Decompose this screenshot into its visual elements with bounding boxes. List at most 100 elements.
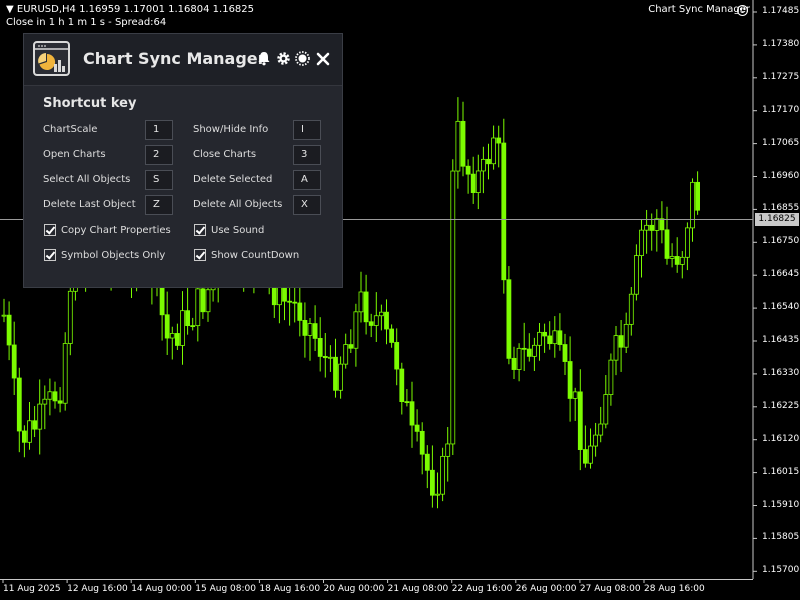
shortcut-key-input[interactable]: Z	[145, 195, 173, 215]
panel-header[interactable]: Chart Sync Manager	[24, 34, 342, 86]
candle-body	[486, 158, 491, 165]
price-level-label: 1.16960	[762, 170, 800, 181]
option-label: Show CountDown	[211, 250, 300, 261]
shortcut-key-input[interactable]: 1	[145, 120, 173, 140]
current-price-label: 1.16825	[755, 213, 799, 226]
candle-body	[16, 377, 22, 432]
symbol-objects-only-checkbox[interactable]	[44, 249, 56, 261]
date-label: 28 Aug 16:00	[644, 584, 705, 594]
price-level-label: 1.15910	[762, 499, 800, 510]
candle-body	[669, 256, 675, 259]
candle-body	[552, 330, 558, 345]
shortcut-key-input[interactable]: A	[293, 170, 321, 190]
candle-body	[501, 142, 507, 281]
use-sound-checkbox[interactable]	[194, 224, 206, 236]
price-level-label: 1.16225	[762, 400, 800, 411]
candle-body	[322, 356, 328, 359]
candle-body	[557, 330, 563, 345]
shortcut-key-input[interactable]: S	[145, 170, 173, 190]
candle-body	[491, 137, 497, 165]
shortcut-label: ChartScale	[43, 124, 98, 135]
candle-body	[11, 344, 17, 379]
candle-body	[440, 455, 446, 495]
candle-body	[414, 424, 420, 432]
shortcut-key-input[interactable]: I	[293, 120, 321, 140]
candle-body	[659, 218, 665, 231]
candle-body	[307, 323, 313, 336]
candle-body	[521, 347, 527, 350]
candle-body	[690, 181, 695, 229]
candle-body	[511, 357, 517, 370]
sun-icon[interactable]	[295, 51, 310, 70]
candle-body	[588, 445, 593, 464]
candle-body	[654, 218, 660, 231]
candle-body	[409, 401, 415, 426]
show-countdown-checkbox[interactable]	[194, 249, 206, 261]
candle-body	[644, 224, 649, 231]
candle-body	[429, 469, 435, 496]
candle-body	[562, 344, 568, 362]
candle-body	[57, 400, 63, 404]
candle-body	[368, 321, 374, 326]
candle-body	[516, 347, 522, 370]
candle-body	[496, 137, 502, 144]
close-icon[interactable]	[316, 51, 330, 70]
smiley-icon	[737, 5, 748, 16]
shortcut-label: Close Charts	[193, 149, 257, 160]
gear-icon[interactable]	[276, 51, 291, 70]
candle-body	[47, 391, 53, 400]
shortcut-label: Delete All Objects	[193, 199, 283, 210]
date-label: 27 Aug 08:00	[579, 584, 641, 594]
candle-body	[195, 288, 201, 327]
shortcut-key-input[interactable]: X	[293, 195, 321, 215]
chart-sync-panel[interactable]: Chart Sync Manager Shortcut key ChartSca…	[23, 33, 343, 288]
copy-chart-properties-checkbox[interactable]	[44, 224, 56, 236]
candle-body	[338, 363, 344, 391]
price-level-label: 1.16330	[762, 367, 800, 378]
candle-body	[634, 255, 639, 295]
price-level-label: 1.16540	[762, 302, 800, 313]
candle-body	[169, 333, 175, 339]
candle-body	[37, 403, 43, 430]
candle-body	[424, 453, 430, 471]
candle-body	[174, 333, 180, 346]
candle-body	[180, 310, 185, 346]
countdown-line: Close in 1 h 1 m 1 s - Spread:64	[6, 17, 167, 28]
candle-body	[572, 391, 578, 399]
candle-body	[674, 256, 680, 265]
candle-body	[547, 335, 553, 345]
candle-body	[526, 348, 532, 357]
price-level-label: 1.16015	[762, 466, 800, 477]
shortcut-key-input[interactable]: 3	[293, 145, 321, 165]
candle-body	[62, 343, 68, 404]
candle-body	[317, 337, 323, 357]
candle-body	[52, 391, 58, 402]
date-label: 15 Aug 08:00	[195, 584, 256, 594]
candle-body	[542, 331, 547, 337]
candle-body	[343, 344, 349, 365]
candle-body	[327, 356, 333, 359]
price-level-label: 1.17065	[762, 137, 800, 148]
candle-body	[67, 290, 73, 344]
candle-body	[358, 291, 364, 313]
candle-body	[603, 394, 609, 425]
candle-body	[185, 310, 191, 327]
candle-body	[460, 120, 466, 167]
candle-body	[297, 302, 303, 321]
symbol-info-line: ▼ EURUSD,H4 1.16959 1.17001 1.16804 1.16…	[6, 4, 255, 15]
date-label: 22 Aug 16:00	[451, 584, 513, 594]
candle-body	[470, 173, 476, 193]
candle-body	[664, 229, 670, 259]
option-label: Copy Chart Properties	[61, 225, 171, 236]
price-level-label: 1.17170	[762, 104, 800, 115]
date-label: 20 Aug 00:00	[323, 584, 385, 594]
candle-body	[455, 120, 461, 172]
shortcut-label: Delete Last Object	[43, 199, 136, 210]
candle-body	[6, 314, 12, 346]
candle-body	[419, 430, 425, 455]
candle-body	[205, 289, 211, 313]
bell-icon[interactable]	[257, 51, 271, 70]
candle-body	[465, 165, 471, 175]
shortcut-key-input[interactable]: 2	[145, 145, 173, 165]
candle-body	[649, 224, 655, 231]
